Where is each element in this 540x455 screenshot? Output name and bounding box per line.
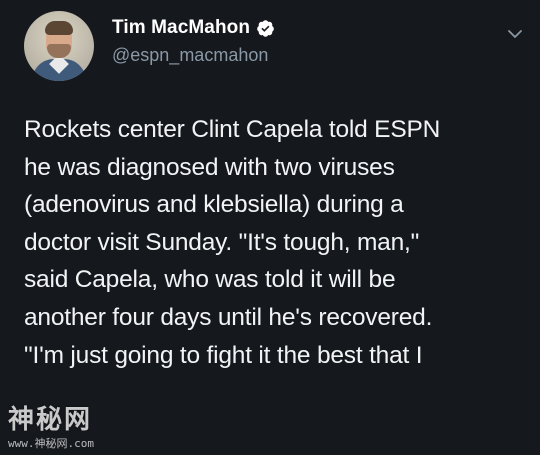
avatar-beard [47,44,71,58]
author-handle[interactable]: @espn_macmahon [112,45,268,66]
tweet-line: another four days until he's recovered. [24,303,433,331]
author-display-name[interactable]: Tim MacMahon [112,17,250,39]
tweet-line: "I'm just going to fight it the best tha… [24,341,423,369]
tweet-line: he was diagnosed with two viruses [24,153,395,181]
site-watermark: 神秘网 www.神秘网.com [0,395,160,455]
watermark-url: www.神秘网.com [8,437,94,450]
author-name-row: Tim MacMahon [112,16,275,40]
chevron-down-icon[interactable] [505,24,525,44]
tweet-line: doctor visit Sunday. "It's tough, man," [24,228,420,256]
author-avatar[interactable] [24,11,94,81]
tweet-card: Tim MacMahon @espn_macmahon Rockets cent… [0,0,540,455]
watermark-title: 神秘网 [8,405,93,435]
avatar-hair [45,21,73,35]
tweet-line: Rockets center Clint Capela told ESPN [24,116,441,143]
tweet-line: (adenovirus and klebsiella) during a [24,191,404,219]
verified-badge-icon [256,19,275,38]
tweet-line: said Capela, who was told it will be [24,266,396,294]
tweet-body: Rockets center Clint Capela told ESPN he… [24,111,524,374]
